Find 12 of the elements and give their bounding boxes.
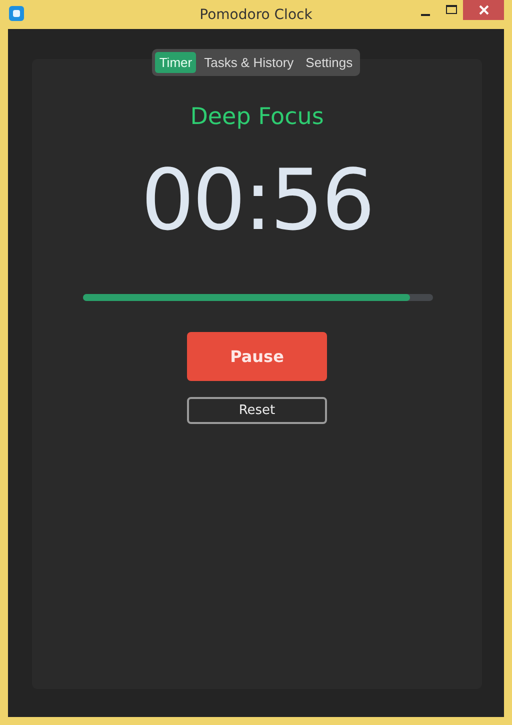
tab[interactable]: Settings: [302, 52, 357, 73]
close-icon: [478, 5, 488, 15]
minimize-icon: [420, 14, 430, 16]
session-label: Deep Focus: [190, 104, 324, 130]
close-button[interactable]: [463, 0, 504, 20]
timer-display: 00:56: [140, 152, 374, 248]
app-icon: [9, 6, 24, 21]
maximize-icon: [446, 5, 456, 15]
reset-button[interactable]: Reset: [187, 397, 327, 424]
pause-button[interactable]: Pause: [187, 332, 327, 381]
window-title: Pomodoro Clock: [200, 6, 312, 22]
tab[interactable]: Tasks & History: [200, 52, 298, 73]
